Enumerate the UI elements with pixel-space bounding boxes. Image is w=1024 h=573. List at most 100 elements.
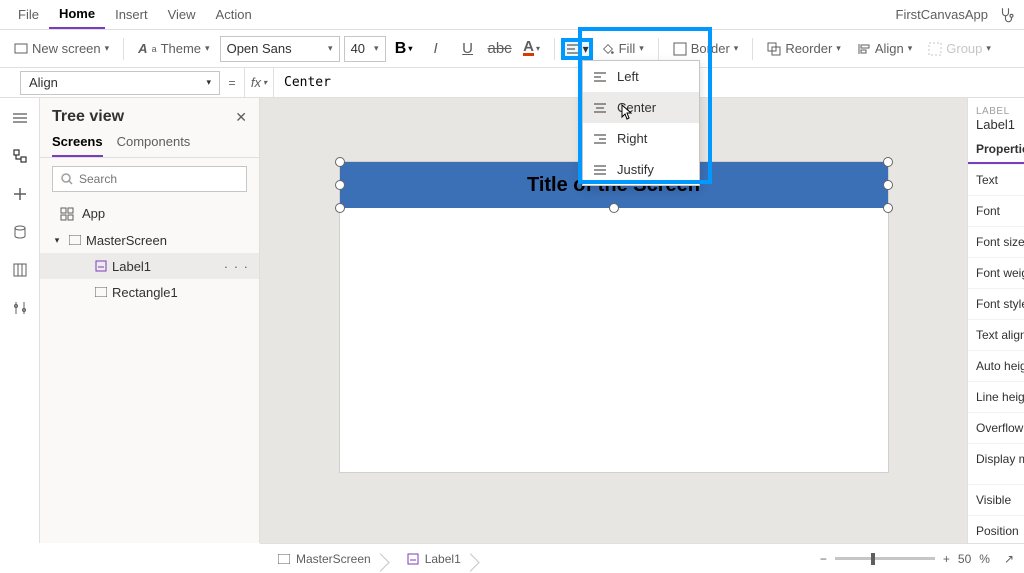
dropdown-item-justify[interactable]: Justify [583,154,699,185]
tree-search[interactable] [52,166,247,192]
label-icon [407,553,419,565]
rail-tree-icon[interactable] [10,146,30,166]
prop-font-style[interactable]: Font style [968,288,1024,319]
align-center-icon [593,101,607,115]
screen-node-icon [68,233,82,247]
selection-handle[interactable] [883,180,893,190]
rail-insert-icon[interactable] [10,184,30,204]
zoom-slider[interactable] [835,557,935,560]
align-objects-icon [857,42,871,56]
rectangle-node-icon [94,285,108,299]
search-icon [61,173,73,185]
group-icon [928,42,942,56]
label-node-icon [94,259,108,273]
align-left-icon [593,70,607,84]
rail-data-icon[interactable] [10,222,30,242]
menu-home[interactable]: Home [49,0,105,29]
control-name-label: Label1 [968,117,1024,138]
zoom-out-button[interactable]: − [820,552,827,566]
tree-node-label1[interactable]: Label1 · · · [40,253,259,279]
prop-position[interactable]: Position [968,515,1024,543]
tree-view-pane: Tree view ✕ Screens Components App ▾ Mas… [40,98,260,543]
dropdown-item-right[interactable]: Right [583,123,699,154]
selection-handle[interactable] [335,157,345,167]
zoom-unit: % [979,552,990,566]
fill-button[interactable]: Fill▾ [595,37,650,60]
selection-handle[interactable] [335,203,345,213]
breadcrumb-bar: MasterScreen Label1 − + 50 % ↗ [260,543,1024,573]
rail-advanced-icon[interactable] [10,298,30,318]
menu-action[interactable]: Action [206,1,262,28]
italic-button[interactable]: I [422,35,450,63]
prop-text[interactable]: Text [968,164,1024,195]
prop-overflow[interactable]: Overflow [968,412,1024,443]
prop-text-alignment[interactable]: Text alignment [968,319,1024,350]
prop-font-weight[interactable]: Font weight [968,257,1024,288]
cursor-icon [621,104,633,120]
properties-pane: LABEL Label1 Properties Text Font Font s… [967,98,1024,543]
app-icon [60,207,74,221]
selection-handle[interactable] [609,203,619,213]
formula-bar: Align▾ = fx▾ [0,68,1024,98]
prop-auto-height[interactable]: Auto height [968,350,1024,381]
align-button[interactable]: Align▾ [851,37,918,60]
property-select[interactable]: Align▾ [20,71,220,95]
zoom-in-button[interactable]: + [943,552,950,566]
tree-view-title: Tree view [52,108,124,126]
ribbon: New screen▾ Aa Theme▾ Open Sans▾ 40▾ B▾ … [0,30,1024,68]
strikethrough-button[interactable]: abc [486,35,514,63]
tab-screens[interactable]: Screens [52,134,103,157]
align-justify-icon [593,163,607,177]
menu-file[interactable]: File [8,1,49,28]
zoom-fit-button[interactable]: ↗ [1004,552,1014,566]
screen-icon [278,554,290,564]
breadcrumb-screen[interactable]: MasterScreen [270,552,379,566]
font-color-button[interactable]: A▾ [518,35,546,63]
menu-insert[interactable]: Insert [105,1,158,28]
rail-hamburger-icon[interactable] [10,108,30,128]
screen-icon [14,42,28,56]
canvas-screen[interactable]: Title of the Screen [340,162,888,472]
search-input[interactable] [79,172,238,186]
breadcrumb-control[interactable]: Label1 [399,552,469,566]
equals-label: = [220,76,244,90]
left-rail [0,98,40,543]
bold-button[interactable]: B▾ [390,35,418,63]
align-left-icon [565,42,581,56]
dropdown-item-center[interactable]: Center [583,92,699,123]
prop-line-height[interactable]: Line height [968,381,1024,412]
fill-icon [601,42,615,56]
fx-button[interactable]: fx▾ [244,68,274,97]
selection-handle[interactable] [883,157,893,167]
rail-media-icon[interactable] [10,260,30,280]
prop-display-mode[interactable]: Display mode [968,443,1024,474]
border-button[interactable]: Border▾ [667,37,745,60]
tree-app-node[interactable]: App [40,200,259,227]
tree-node-masterscreen[interactable]: ▾ MasterScreen [40,227,259,253]
menu-bar: File Home Insert View Action FirstCanvas… [0,0,1024,30]
properties-tab[interactable]: Properties [968,138,1024,164]
dropdown-item-left[interactable]: Left [583,61,699,92]
selection-handle[interactable] [335,180,345,190]
app-name: FirstCanvasApp [896,7,998,22]
reorder-icon [767,42,781,56]
close-icon[interactable]: ✕ [235,109,247,126]
new-screen-button[interactable]: New screen▾ [8,37,115,60]
more-icon[interactable]: · · · [224,259,249,274]
app-checker-icon[interactable] [998,6,1016,24]
tab-components[interactable]: Components [117,134,191,157]
reorder-button[interactable]: Reorder▾ [761,37,847,60]
text-align-button[interactable]: ▾ [563,40,591,58]
font-size-select[interactable]: 40▾ [344,36,386,62]
prop-font[interactable]: Font [968,195,1024,226]
zoom-value: 50 [958,552,971,566]
selection-handle[interactable] [883,203,893,213]
prop-visible[interactable]: Visible [968,484,1024,515]
font-family-select[interactable]: Open Sans▾ [220,36,340,62]
menu-view[interactable]: View [158,1,206,28]
prop-font-size[interactable]: Font size [968,226,1024,257]
underline-button[interactable]: U [454,35,482,63]
chevron-down-icon[interactable]: ▾ [50,233,64,247]
tree-node-rectangle1[interactable]: Rectangle1 [40,279,259,305]
theme-button[interactable]: Aa Theme▾ [132,37,215,60]
